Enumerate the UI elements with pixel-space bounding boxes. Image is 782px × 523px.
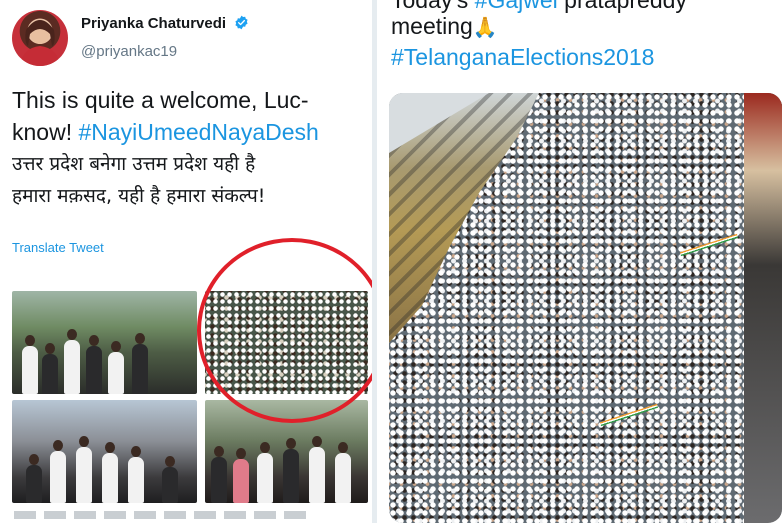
hashtag-link[interactable]: #TelanganaElections2018 — [391, 44, 654, 71]
translate-tweet-link[interactable]: Translate Tweet — [12, 240, 104, 255]
vehicle-edge — [744, 93, 782, 523]
right-tweet-line-2-text: meeting — [391, 13, 473, 39]
photo-people — [12, 329, 197, 394]
tweet-photo-3[interactable] — [12, 400, 197, 503]
display-name-text: Priyanka Chaturvedi — [81, 15, 227, 32]
tweet-text-line-2: know! #NayiUmeedNayaDesh — [12, 116, 362, 148]
folded-hands-icon: 🙏 — [472, 15, 498, 39]
tweet-text-plain: know! — [12, 119, 79, 145]
tweet-text: This is quite a welcome, Luc- know! #Nay… — [12, 84, 362, 212]
tweet-text-line-3: उत्तर प्रदेश बनेगा उत्तम प्रदेश यही है — [12, 153, 256, 175]
hashtag-link[interactable]: #NayiUmeedNayaDesh — [78, 119, 318, 145]
hashtag-link[interactable]: #Gajwel — [475, 0, 558, 13]
right-tweet-card: Today's #Gajwel pratapreddy meeting🙏 #Te… — [377, 0, 782, 523]
right-tweet-line-1-rest: pratapreddy — [557, 0, 687, 13]
right-tweet-line-1: Today's #Gajwel pratapreddy — [391, 0, 687, 14]
avatar[interactable] — [12, 10, 68, 66]
user-handle[interactable]: @priyankac19 — [81, 43, 177, 60]
avatar-face-icon — [20, 20, 60, 66]
right-tweet-line-2: meeting🙏 — [391, 13, 498, 40]
left-tweet-card: Priyanka Chaturvedi @priyankac19 This is… — [0, 0, 372, 523]
tweet-text-line-1: This is quite a welcome, Luc- — [12, 87, 309, 113]
display-name[interactable]: Priyanka Chaturvedi — [81, 15, 249, 32]
tweet-photo-1[interactable] — [12, 291, 197, 394]
red-highlight-circle — [197, 238, 372, 423]
photo-people — [205, 436, 368, 503]
crowd-photo[interactable] — [389, 93, 782, 523]
cropped-text-strip — [14, 511, 314, 519]
right-tweet-line-1-plain: Today's — [391, 0, 475, 13]
verified-badge-icon — [235, 15, 248, 30]
photo-people — [12, 436, 197, 503]
tweet-text-line-4: हमारा मक़सद, यही है हमारा संकल्प! — [12, 185, 266, 207]
